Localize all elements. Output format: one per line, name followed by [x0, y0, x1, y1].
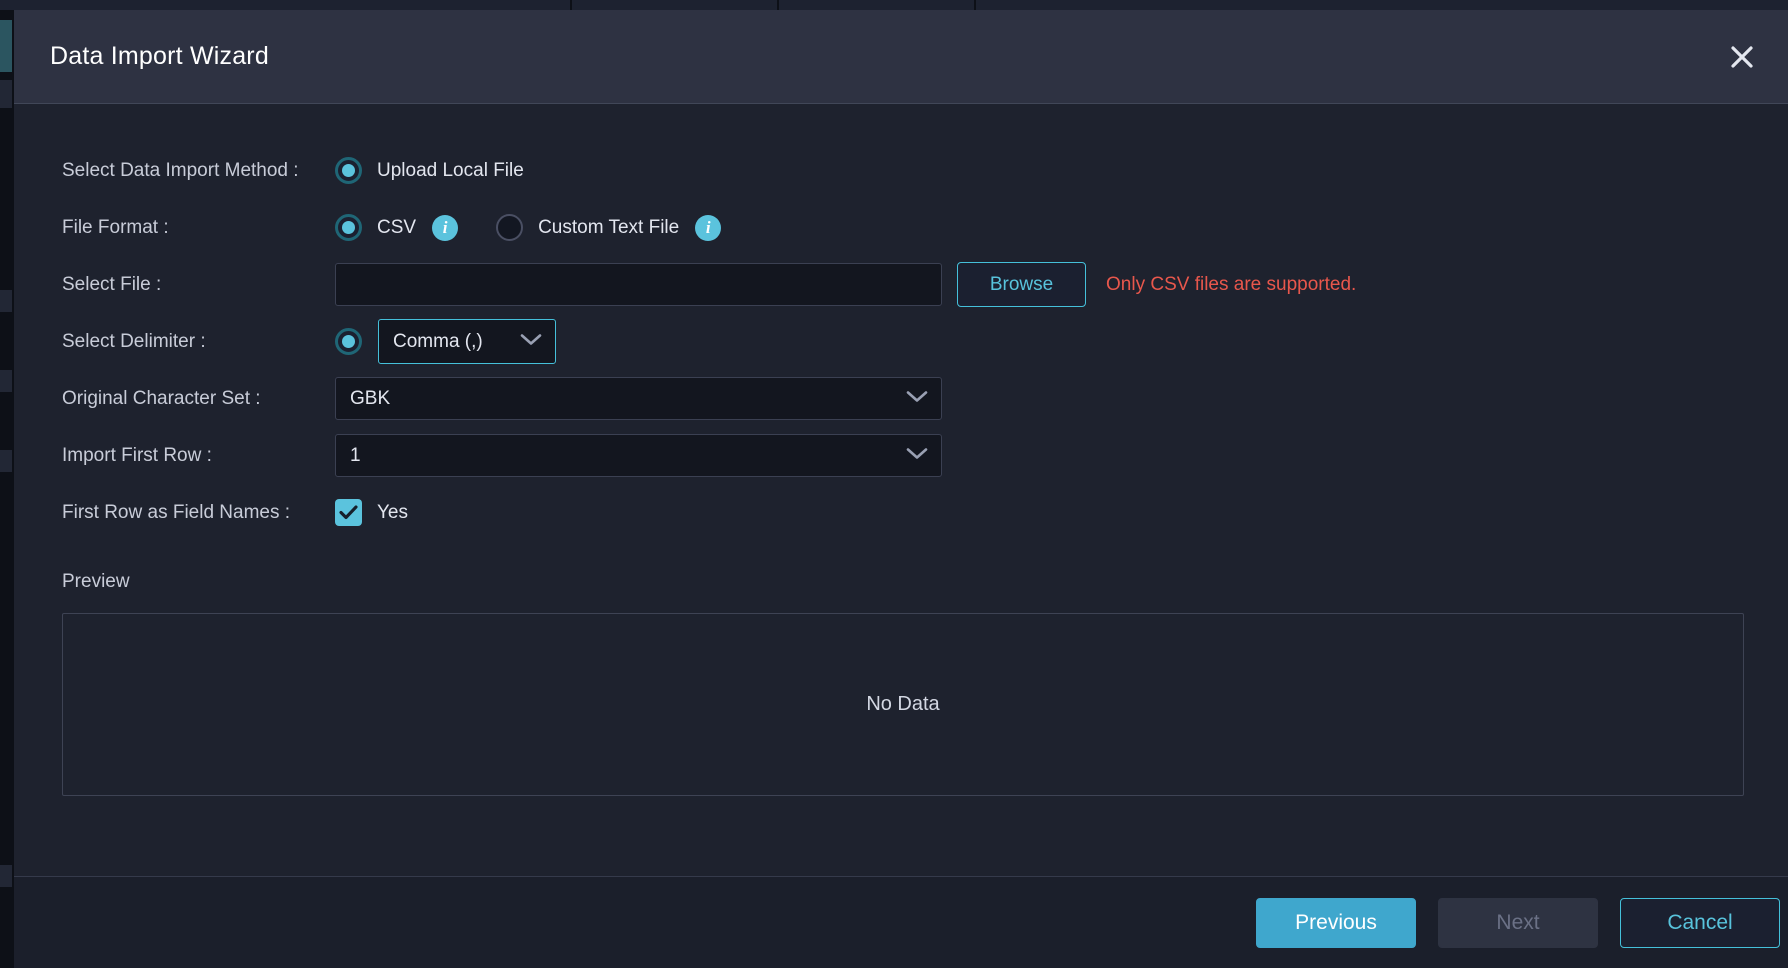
control-import-first-row: 12345	[335, 434, 942, 477]
dialog-body: Select Data Import Method : Upload Local…	[14, 104, 1788, 876]
row-import-first-row: Import First Row : 12345	[50, 427, 1752, 484]
background-rail-chip	[0, 450, 12, 472]
previous-button[interactable]: Previous	[1256, 897, 1416, 948]
next-button: Next	[1438, 897, 1598, 948]
background-rail-chip	[0, 20, 12, 72]
label-character-set: Original Character Set :	[62, 387, 261, 409]
character-set-select[interactable]: GBKUTF-8GB2312BIG5ISO-8859-1	[335, 377, 942, 420]
delimiter-select-wrap: Comma (,)Semicolon (;)TabSpaceOther	[362, 319, 556, 364]
browse-button[interactable]: Browse	[957, 262, 1086, 307]
background-left-rail	[0, 10, 14, 968]
row-first-row-field-names: First Row as Field Names : Yes	[50, 484, 1752, 541]
dialog-title: Data Import Wizard	[50, 42, 269, 70]
import-first-row-select-wrap: 12345	[335, 434, 942, 477]
background-rail-chip	[0, 370, 12, 392]
select-file-input[interactable]	[335, 263, 942, 306]
preview-box: No Data	[62, 613, 1744, 796]
row-character-set: Original Character Set : GBKUTF-8GB2312B…	[50, 370, 1752, 427]
checkbox-label-yes[interactable]: Yes	[377, 502, 408, 524]
control-file-format: CSV i Custom Text File i	[335, 214, 722, 241]
label-select-file: Select File :	[62, 273, 162, 295]
background-tab	[976, 0, 1788, 10]
label-import-method: Select Data Import Method :	[62, 159, 299, 181]
row-file-format: File Format : CSV i Custom Text File i	[50, 199, 1752, 256]
radio-upload-local-file[interactable]	[335, 157, 362, 184]
info-icon-glyph: i	[705, 218, 711, 237]
control-first-row-field-names: Yes	[335, 499, 408, 526]
select-file-hint: Only CSV files are supported.	[1106, 273, 1357, 295]
check-icon	[339, 505, 358, 520]
radio-format-csv[interactable]	[335, 214, 362, 241]
background-rail-chip	[0, 80, 12, 108]
label-first-row-field-names: First Row as Field Names :	[62, 501, 291, 523]
control-select-file: Browse Only CSV files are supported.	[335, 262, 1356, 307]
info-icon-custom-text[interactable]: i	[695, 214, 722, 241]
row-delimiter: Select Delimiter : Comma (,)Semicolon (;…	[50, 313, 1752, 370]
delimiter-select[interactable]: Comma (,)Semicolon (;)TabSpaceOther	[378, 319, 556, 364]
label-file-format: File Format :	[62, 216, 169, 238]
first-row-field-names-checkbox[interactable]	[335, 499, 362, 526]
background-tab	[0, 0, 570, 10]
preview-empty-text: No Data	[866, 693, 940, 715]
radio-label-upload-local-file[interactable]: Upload Local File	[377, 160, 524, 182]
dialog-header: Data Import Wizard	[14, 10, 1788, 104]
radio-dot	[342, 164, 355, 177]
data-import-wizard-dialog: Data Import Wizard Select Data Import Me…	[14, 10, 1788, 968]
control-delimiter: Comma (,)Semicolon (;)TabSpaceOther	[335, 319, 556, 364]
info-icon-csv[interactable]: i	[432, 214, 459, 241]
character-set-select-wrap: GBKUTF-8GB2312BIG5ISO-8859-1	[335, 377, 942, 420]
radio-label-format-custom-text[interactable]: Custom Text File	[538, 217, 679, 239]
preview-title: Preview	[62, 571, 130, 592]
background-rail-chip	[0, 290, 12, 312]
radio-delimiter-preset[interactable]	[335, 328, 362, 355]
label-import-first-row: Import First Row :	[62, 444, 212, 466]
info-icon-glyph: i	[442, 218, 448, 237]
control-import-method: Upload Local File	[335, 157, 524, 184]
background-rail-chip	[0, 865, 12, 887]
radio-format-custom-text[interactable]	[496, 214, 524, 241]
control-character-set: GBKUTF-8GB2312BIG5ISO-8859-1	[335, 377, 942, 420]
background-tab	[779, 0, 974, 10]
dialog-footer: Previous Next Cancel	[14, 876, 1788, 968]
row-select-file: Select File : Browse Only CSV files are …	[50, 256, 1752, 313]
close-icon[interactable]	[1722, 37, 1762, 77]
radio-dot	[342, 221, 355, 234]
background-tab-strip	[0, 0, 1788, 10]
radio-label-format-csv[interactable]: CSV	[377, 217, 416, 239]
import-first-row-select[interactable]: 12345	[335, 434, 942, 477]
label-delimiter: Select Delimiter :	[62, 330, 206, 352]
row-import-method: Select Data Import Method : Upload Local…	[50, 142, 1752, 199]
radio-dot	[342, 335, 355, 348]
background-tab	[572, 0, 777, 10]
cancel-button[interactable]: Cancel	[1620, 897, 1780, 948]
